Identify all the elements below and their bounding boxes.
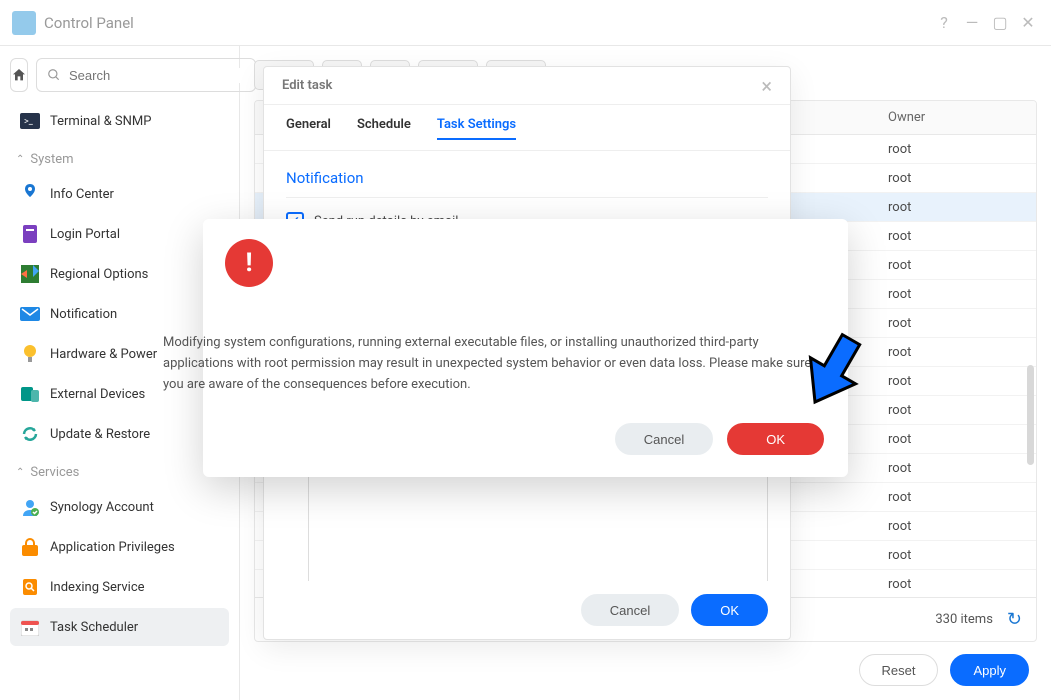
terminal-icon: >_ (20, 111, 40, 131)
devices-icon (20, 384, 40, 404)
sidebar-item-login-portal[interactable]: Login Portal (10, 215, 229, 253)
info-icon (20, 184, 40, 204)
chevron-down-icon: ⌃ (16, 467, 24, 478)
dialog-close-icon[interactable]: × (761, 74, 772, 98)
svg-text:>_: >_ (24, 117, 34, 127)
group-services[interactable]: ⌃Services (10, 455, 229, 486)
search-file-icon (20, 577, 40, 597)
sidebar-item-label: Terminal & SNMP (50, 114, 151, 129)
window-titlebar: Control Panel ? — ▢ ✕ (0, 0, 1051, 46)
refresh-icon[interactable]: ↻ (1007, 609, 1022, 630)
minimize-button[interactable]: — (961, 12, 983, 34)
tab-task-settings[interactable]: Task Settings (437, 117, 516, 140)
chevron-down-icon: ⌃ (16, 154, 24, 165)
region-icon (20, 264, 40, 284)
search-input[interactable] (69, 68, 245, 83)
sidebar-item-terminal-snmp[interactable]: >_ Terminal & SNMP (10, 102, 229, 140)
reset-button[interactable]: Reset (859, 654, 939, 686)
update-icon (20, 424, 40, 444)
bulb-icon (20, 344, 40, 364)
tab-schedule[interactable]: Schedule (357, 117, 411, 140)
maximize-button[interactable]: ▢ (989, 12, 1011, 34)
sidebar-item-application-privileges[interactable]: Application Privileges (10, 528, 229, 566)
confirm-ok-button[interactable]: OK (727, 423, 824, 455)
warning-icon: ! (225, 239, 273, 287)
window-title: Control Panel (44, 14, 927, 32)
edit-ok-button[interactable]: OK (691, 594, 768, 626)
sidebar-item-indexing-service[interactable]: Indexing Service (10, 568, 229, 606)
home-button[interactable] (10, 58, 28, 92)
section-notification: Notification (286, 163, 768, 198)
help-icon[interactable]: ? (933, 12, 955, 34)
account-icon (20, 497, 40, 517)
notification-icon (20, 304, 40, 324)
group-system[interactable]: ⌃System (10, 142, 229, 173)
portal-icon (20, 224, 40, 244)
scrollbar-thumb[interactable] (1027, 365, 1034, 465)
item-count: 330 items (935, 612, 993, 627)
dialog-title: Edit task (282, 78, 761, 93)
calendar-icon (20, 617, 40, 637)
col-owner[interactable]: Owner (876, 110, 1006, 125)
search-icon (47, 68, 61, 82)
sidebar-item-task-scheduler[interactable]: Task Scheduler (10, 608, 229, 646)
search-box[interactable] (36, 58, 256, 92)
apply-button[interactable]: Apply (950, 654, 1029, 686)
confirm-cancel-button[interactable]: Cancel (615, 423, 713, 455)
sidebar-item-update-restore[interactable]: Update & Restore (10, 415, 229, 453)
tab-general[interactable]: General (286, 117, 331, 140)
close-button[interactable]: ✕ (1017, 12, 1039, 34)
confirm-message: Modifying system configurations, running… (163, 287, 824, 395)
sidebar-item-info-center[interactable]: Info Center (10, 175, 229, 213)
app-icon (12, 11, 36, 35)
confirm-dialog: ! Modifying system configurations, runni… (203, 219, 848, 477)
dialog-tabs: General Schedule Task Settings (264, 105, 790, 151)
sidebar-item-synology-account[interactable]: Synology Account (10, 488, 229, 526)
edit-cancel-button[interactable]: Cancel (581, 594, 679, 626)
lock-icon (20, 537, 40, 557)
